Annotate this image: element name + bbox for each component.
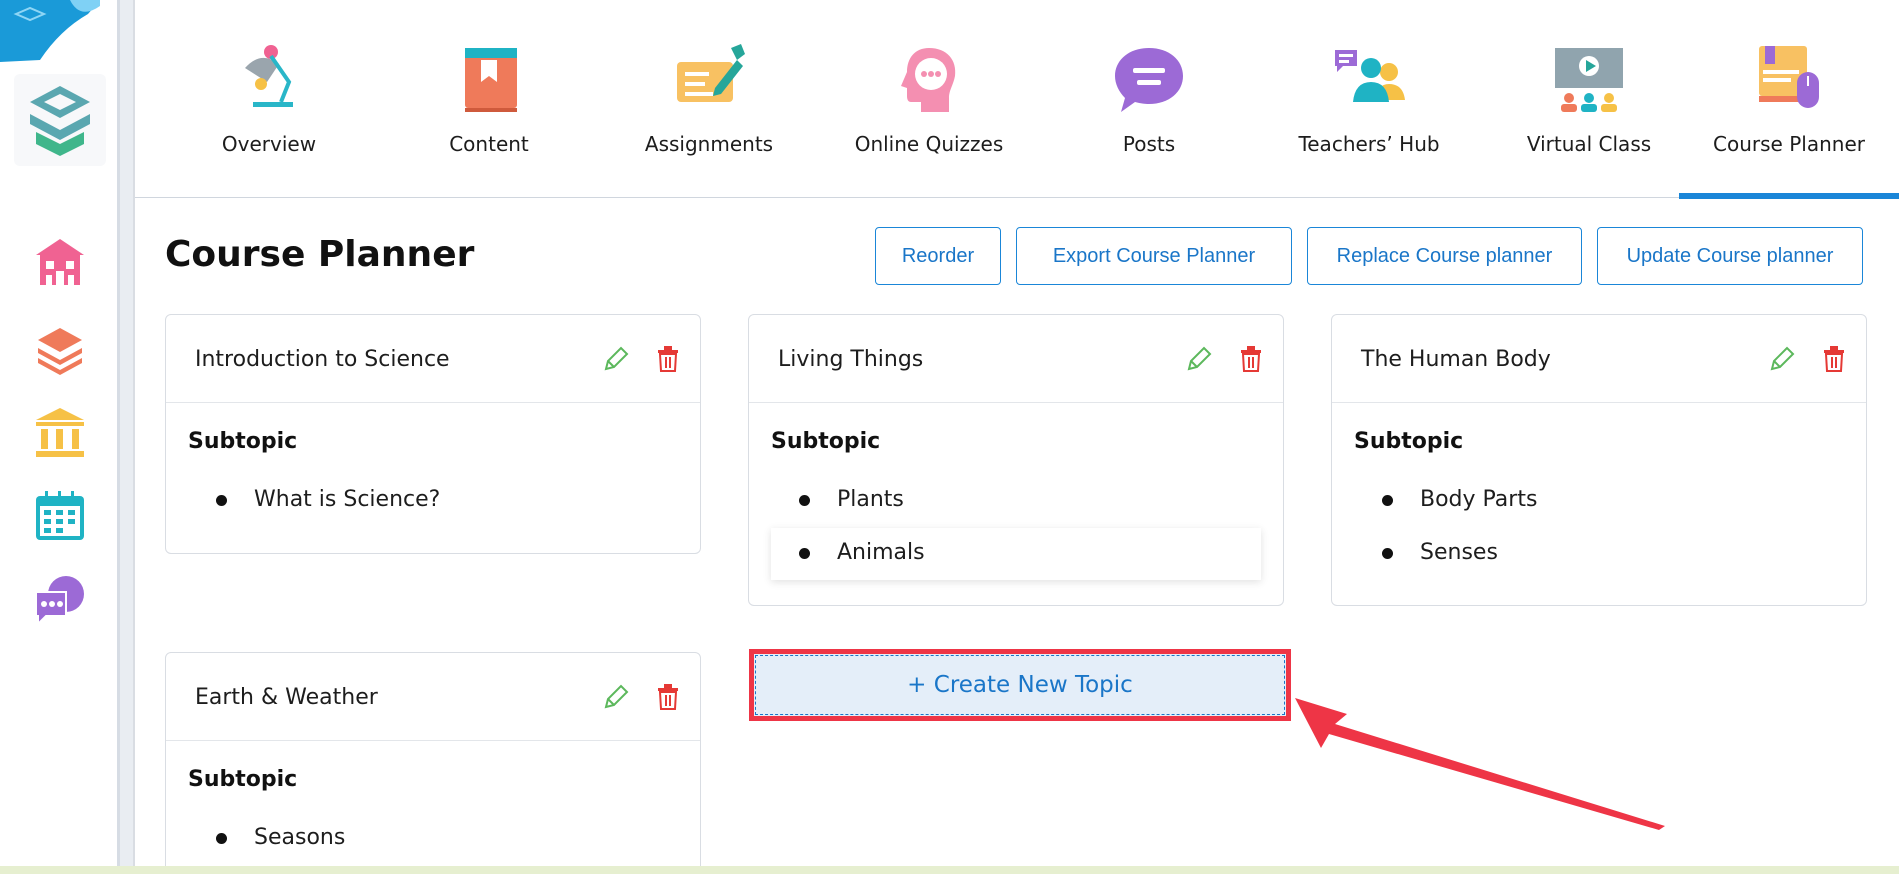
pen-paper-icon: [677, 44, 745, 102]
logo-icon: [30, 86, 90, 156]
tab-overview[interactable]: Overview: [159, 0, 379, 198]
create-new-topic-button[interactable]: + Create New Topic: [749, 649, 1291, 721]
edit-pencil-icon[interactable]: [1768, 345, 1796, 373]
subtopic-item[interactable]: Senses: [1354, 528, 1844, 580]
tab-label: Content: [449, 132, 529, 156]
tab-posts[interactable]: Posts: [1039, 0, 1259, 198]
delete-trash-icon[interactable]: [657, 346, 679, 372]
subtopic-text: What is Science?: [254, 487, 441, 512]
video-board-icon: [1555, 48, 1623, 112]
tab-teachers-hub[interactable]: Teachers’ Hub: [1259, 0, 1479, 198]
replace-course-planner-button[interactable]: Replace Course planner: [1307, 227, 1582, 285]
tab-assignments[interactable]: Assignments: [599, 0, 819, 198]
topic-title: The Human Body: [1361, 347, 1551, 372]
tab-virtual-class[interactable]: Virtual Class: [1479, 0, 1699, 198]
topic-card: Earth & Weather Subtopic Seasons: [165, 652, 701, 874]
subtopic-item[interactable]: Seasons: [188, 813, 678, 865]
delete-trash-icon[interactable]: [1240, 346, 1262, 372]
subtopic-item[interactable]: Body Parts: [1354, 475, 1844, 527]
discussion-icon[interactable]: [32, 572, 88, 628]
topic-card: The Human Body Subtopic Body Parts Sense…: [1331, 314, 1867, 606]
left-sidebar: [0, 0, 120, 874]
subtopic-item[interactable]: Plants: [771, 475, 1261, 527]
topic-card: Living Things Subtopic Plants Animals: [748, 314, 1284, 606]
app-logo[interactable]: [14, 74, 106, 166]
topic-header: Introduction to Science: [166, 315, 700, 403]
tab-course-planner[interactable]: Course Planner: [1679, 0, 1899, 199]
planner-mouse-icon: [1759, 46, 1819, 108]
tab-content[interactable]: Content: [379, 0, 599, 198]
subtopic-text: Seasons: [254, 825, 346, 850]
tab-label: Course Planner: [1713, 132, 1865, 156]
delete-trash-icon[interactable]: [657, 684, 679, 710]
edit-pencil-icon[interactable]: [602, 345, 630, 373]
corner-brand-icon: [0, 0, 100, 62]
bullet-icon: [216, 495, 227, 506]
subtopic-label: Subtopic: [188, 429, 298, 454]
subtopic-text: Senses: [1420, 540, 1498, 565]
app-root: Overview Content Assignments Online Quiz…: [0, 0, 1899, 874]
bullet-icon: [1382, 548, 1393, 559]
subtopic-text: Body Parts: [1420, 487, 1538, 512]
subtopic-label: Subtopic: [188, 767, 298, 792]
page-title: Course Planner: [165, 234, 475, 275]
main-panel: Overview Content Assignments Online Quiz…: [133, 0, 1899, 874]
subtopic-text: Animals: [837, 540, 925, 565]
export-course-planner-button[interactable]: Export Course Planner: [1016, 227, 1292, 285]
tab-label: Overview: [221, 132, 317, 156]
subtopic-text: Plants: [837, 487, 904, 512]
calendar-icon[interactable]: [32, 488, 88, 544]
book-icon: [465, 48, 517, 112]
tab-label: Online Quizzes: [854, 132, 1004, 156]
bullet-icon: [1382, 495, 1393, 506]
tab-label: Teachers’ Hub: [1298, 132, 1440, 156]
school-building-icon[interactable]: [32, 235, 88, 291]
edit-pencil-icon[interactable]: [602, 683, 630, 711]
annotation-arrow-icon: [1295, 698, 1665, 830]
topic-header: The Human Body: [1332, 315, 1866, 403]
subtopic-item[interactable]: Animals: [771, 528, 1261, 580]
tab-online-quizzes[interactable]: Online Quizzes: [819, 0, 1039, 198]
bullet-icon: [799, 548, 810, 559]
subtopic-label: Subtopic: [771, 429, 881, 454]
desk-lamp-icon: [245, 45, 293, 107]
people-group-icon: [1335, 50, 1405, 102]
subtopic-label: Subtopic: [1354, 429, 1464, 454]
update-course-planner-button[interactable]: Update Course planner: [1597, 227, 1863, 285]
tab-bar: Overview Content Assignments Online Quiz…: [135, 0, 1899, 199]
tab-label: Posts: [1122, 132, 1176, 156]
subtopic-item[interactable]: What is Science?: [188, 475, 678, 527]
institution-icon[interactable]: [32, 404, 88, 460]
bullet-icon: [799, 495, 810, 506]
topic-title: Earth & Weather: [195, 685, 378, 710]
tab-label: Virtual Class: [1526, 132, 1652, 156]
tab-label: Assignments: [644, 132, 774, 156]
bottom-strip: [0, 866, 1899, 874]
chat-bubble-icon: [1115, 48, 1183, 112]
edit-pencil-icon[interactable]: [1185, 345, 1213, 373]
topic-header: Earth & Weather: [166, 653, 700, 741]
delete-trash-icon[interactable]: [1823, 346, 1845, 372]
layers-icon[interactable]: [32, 320, 88, 376]
head-thought-icon: [901, 48, 956, 112]
topic-header: Living Things: [749, 315, 1283, 403]
reorder-button[interactable]: Reorder: [875, 227, 1001, 285]
topic-title: Introduction to Science: [195, 347, 450, 372]
topic-title: Living Things: [778, 347, 924, 372]
bullet-icon: [216, 833, 227, 844]
topic-card: Introduction to Science Subtopic What is…: [165, 314, 701, 554]
